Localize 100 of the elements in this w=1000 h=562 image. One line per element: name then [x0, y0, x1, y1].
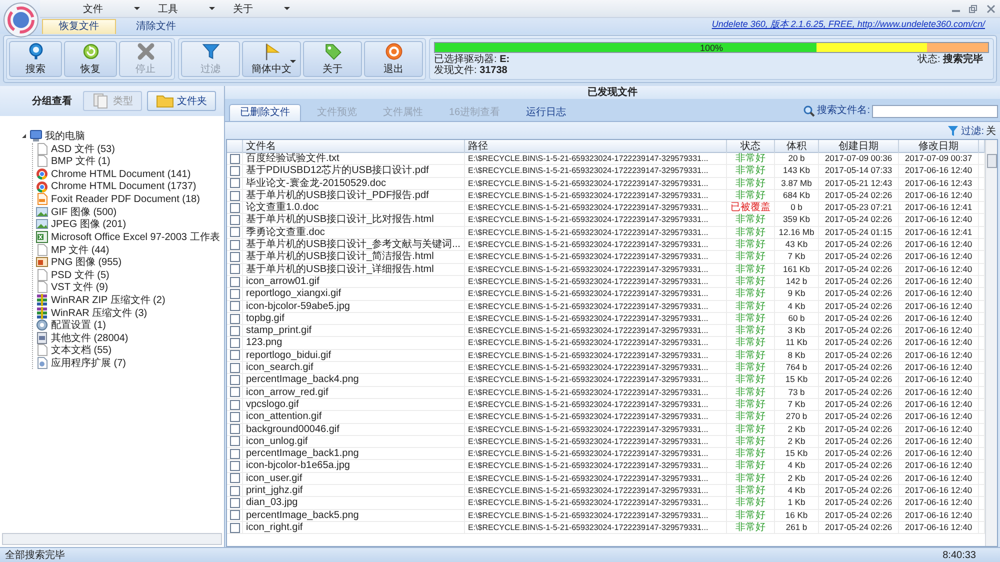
row-checkbox[interactable] — [230, 264, 240, 274]
row-checkbox[interactable] — [230, 166, 240, 176]
table-cell: 2017-06-16 12:40 — [899, 239, 979, 250]
column-header[interactable]: 体积 — [775, 140, 819, 153]
row-checkbox[interactable] — [230, 350, 240, 360]
tree-item[interactable]: Microsoft Office Excel 97-2003 工作表 — [51, 230, 220, 244]
tree-item[interactable]: VST 文件 (9) — [51, 280, 108, 294]
tree-item[interactable]: 配置设置 (1) — [51, 318, 106, 332]
tree-item[interactable]: MP 文件 (44) — [51, 242, 110, 257]
row-checkbox[interactable] — [230, 448, 240, 459]
column-header[interactable]: 创建日期 — [819, 140, 899, 153]
tree-item[interactable]: 应用程序扩展 (7) — [51, 356, 126, 370]
table-cell: 非常好 — [727, 190, 775, 202]
tree-item[interactable]: 其他文件 (28004) — [51, 330, 128, 345]
row-checkbox[interactable] — [230, 301, 240, 312]
row-checkbox[interactable] — [230, 424, 240, 434]
toolbar-button[interactable]: 簡体中文 — [242, 41, 301, 77]
tree-item[interactable]: Chrome HTML Document (1737) — [51, 181, 196, 192]
column-header[interactable]: 状态 — [727, 140, 775, 153]
toolbar-button[interactable]: 关于 — [303, 41, 362, 77]
tree-item[interactable]: PNG 图像 (955) — [51, 255, 122, 270]
tree-item[interactable]: ASD 文件 (53) — [51, 142, 115, 156]
row-checkbox[interactable] — [230, 412, 240, 422]
filter-icon — [947, 124, 960, 136]
row-checkbox[interactable] — [230, 387, 240, 398]
row-checkbox[interactable] — [230, 473, 240, 484]
tree-item[interactable]: Chrome HTML Document (141) — [51, 168, 191, 180]
filter-label: 过滤: — [961, 124, 984, 138]
table-cell: 2017-07-09 00:36 — [819, 153, 899, 164]
row-checkbox[interactable] — [230, 326, 240, 336]
tree-item[interactable]: GIF 图像 (500) — [51, 204, 117, 219]
tab[interactable]: 运行日志 — [516, 105, 576, 121]
table-cell: 2017-05-24 02:26 — [819, 510, 899, 521]
row-checkbox[interactable] — [230, 227, 240, 238]
row-checkbox[interactable] — [230, 276, 240, 287]
row-checkbox[interactable] — [230, 436, 240, 446]
ribbon-tab[interactable]: 清除文件 — [120, 20, 192, 34]
column-header[interactable]: 路径 — [465, 140, 727, 153]
tree-item[interactable]: WinRAR ZIP 压缩文件 (2) — [51, 293, 166, 308]
table-cell: 359 Kb — [775, 214, 819, 226]
view-button[interactable]: 文件夹 — [147, 91, 216, 111]
scrollbar[interactable] — [2, 533, 222, 545]
row-checkbox[interactable] — [230, 338, 240, 348]
toolbar-button[interactable]: 退出 — [364, 41, 423, 77]
filter-value[interactable]: 关 — [986, 124, 996, 138]
search-field[interactable] — [872, 105, 998, 118]
row-checkbox[interactable] — [230, 498, 240, 508]
toolbar-button[interactable]: 恢复 — [64, 41, 117, 77]
row-checkbox[interactable] — [230, 252, 240, 262]
tree-item[interactable]: 我的电脑 — [45, 129, 85, 144]
tree-item[interactable]: JPEG 图像 (201) — [51, 217, 126, 232]
tab[interactable]: 已删除文件 — [229, 104, 301, 121]
ribbon-tab[interactable]: 恢复文件 — [42, 19, 116, 34]
row-checkbox[interactable] — [230, 202, 240, 213]
table-cell: 2017-05-24 02:26 — [819, 214, 899, 226]
column-header[interactable]: 修改日期 — [899, 140, 979, 153]
document-icon — [36, 244, 48, 256]
expander-icon[interactable] — [22, 134, 26, 138]
version-link[interactable]: Undelete 360, 版本 2.1.6.25, FREE, http://www.undelete360.com/cn/ — [712, 18, 985, 31]
tree-item[interactable]: BMP 文件 (1) — [51, 154, 110, 168]
table-cell: 非常好 — [727, 337, 775, 349]
table-cell: 2017-06-16 12:40 — [899, 190, 979, 202]
tree-item[interactable]: PSD 文件 (5) — [51, 268, 110, 282]
table-cell: 2017-05-24 02:26 — [819, 362, 899, 374]
row-checkbox[interactable] — [230, 240, 240, 250]
row-checkbox[interactable] — [230, 190, 240, 201]
table-cell: 9 Kb — [775, 288, 819, 300]
tree-item[interactable]: WinRAR 压缩文件 (3) — [51, 306, 148, 320]
row-checkbox[interactable] — [230, 178, 240, 188]
table-cell: E:\$RECYCLE.BIN\S-1-5-21-659323024-1722239147-329579331... — [465, 362, 727, 374]
status-message: 全部搜索完毕 — [5, 548, 65, 562]
table-cell: 2017-06-16 12:40 — [899, 325, 979, 336]
table-cell: 123.png — [243, 337, 465, 349]
table-cell: 2017-05-24 02:26 — [819, 312, 899, 324]
tree-item[interactable]: Foxit Reader PDF Document (18) — [51, 194, 200, 205]
row-checkbox[interactable] — [230, 461, 240, 472]
scrollbar-thumb[interactable] — [987, 154, 997, 168]
table-cell: E:\$RECYCLE.BIN\S-1-5-21-659323024-1722239147-329579331... — [465, 300, 727, 312]
row-checkbox[interactable] — [230, 486, 240, 496]
column-header[interactable]: 文件名 — [243, 140, 465, 153]
folder-icon — [156, 94, 174, 108]
row-checkbox[interactable] — [230, 362, 240, 373]
table-cell: 8 Kb — [775, 350, 819, 362]
table-cell: 2017-05-24 02:26 — [819, 337, 899, 349]
row-checkbox[interactable] — [230, 522, 240, 533]
caret-icon — [134, 7, 140, 10]
row-checkbox[interactable] — [230, 154, 240, 164]
tree-item[interactable]: 文本文档 (55) — [51, 343, 112, 358]
table-cell: stamp_print.gif — [243, 325, 465, 336]
table-cell: E:\$RECYCLE.BIN\S-1-5-21-659323024-1722239147-329579331... — [465, 510, 727, 521]
picture-icon — [36, 218, 48, 230]
row-checkbox[interactable] — [230, 314, 240, 324]
table-cell: 基于PDIUSBD12芯片的USB接口设计.pdf — [243, 165, 465, 177]
row-checkbox[interactable] — [230, 510, 240, 520]
row-checkbox[interactable] — [230, 288, 240, 299]
row-checkbox[interactable] — [230, 400, 240, 410]
row-checkbox[interactable] — [230, 215, 240, 226]
search-button[interactable]: 搜索 — [9, 41, 62, 77]
row-checkbox[interactable] — [230, 374, 240, 385]
scrollbar[interactable] — [985, 140, 997, 546]
